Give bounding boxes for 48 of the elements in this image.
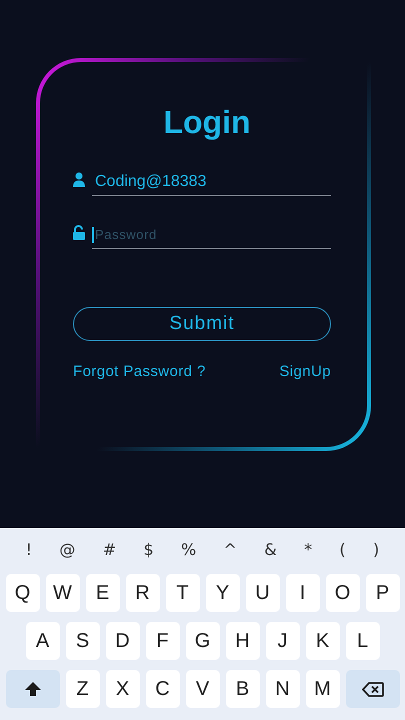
letter-key[interactable]: G	[186, 622, 220, 660]
padlock-icon	[73, 225, 85, 240]
user-icon	[73, 172, 85, 187]
symbol-key[interactable]: &	[264, 540, 277, 558]
backspace-icon	[362, 682, 384, 696]
symbol-key[interactable]: ^	[224, 540, 237, 558]
shift-key[interactable]	[6, 670, 60, 708]
letter-key[interactable]: D	[106, 622, 140, 660]
letter-key[interactable]: W	[46, 574, 80, 612]
symbol-key[interactable]: @	[59, 540, 76, 558]
letter-key[interactable]: F	[146, 622, 180, 660]
letter-key[interactable]: I	[286, 574, 320, 612]
letter-key[interactable]: R	[126, 574, 160, 612]
letter-key[interactable]: K	[306, 622, 340, 660]
letter-key[interactable]: B	[226, 670, 260, 708]
signup-link[interactable]: SignUp	[279, 363, 331, 380]
letter-key[interactable]: C	[146, 670, 180, 708]
symbol-key[interactable]: %	[180, 540, 196, 558]
letter-key[interactable]: S	[66, 622, 100, 660]
symbol-key[interactable]: $	[143, 540, 154, 558]
letter-key[interactable]: O	[326, 574, 360, 612]
letter-key[interactable]: A	[26, 622, 60, 660]
forgot-password-link[interactable]: Forgot Password ?	[73, 363, 206, 380]
letter-key[interactable]: L	[346, 622, 380, 660]
letter-key[interactable]: V	[186, 670, 220, 708]
login-title: Login	[162, 103, 251, 142]
shift-arrow-icon	[24, 682, 40, 696]
symbol-key[interactable]: (	[339, 540, 346, 558]
username-field[interactable]: Coding@18383	[92, 168, 331, 196]
letter-key[interactable]: H	[226, 622, 260, 660]
letter-key[interactable]: T	[166, 574, 200, 612]
letter-key[interactable]: N	[266, 670, 300, 708]
letter-key[interactable]: Y	[206, 574, 240, 612]
symbol-key[interactable]: #	[102, 540, 116, 558]
backspace-key[interactable]	[346, 670, 400, 708]
symbol-key[interactable]: )	[372, 540, 380, 558]
letter-key[interactable]: P	[366, 574, 400, 612]
letter-key[interactable]: X	[106, 670, 140, 708]
letter-key[interactable]: J	[266, 622, 300, 660]
letter-key[interactable]: Q	[6, 574, 40, 612]
submit-button[interactable]: Submit	[73, 307, 331, 341]
letter-key[interactable]: E	[86, 574, 120, 612]
password-field[interactable]: Password	[92, 221, 331, 249]
letter-key[interactable]: Z	[66, 670, 100, 708]
symbol-key[interactable]: !	[26, 540, 32, 558]
symbol-key[interactable]: *	[304, 540, 312, 558]
letter-key[interactable]: M	[306, 670, 340, 708]
letter-key[interactable]: U	[246, 574, 280, 612]
